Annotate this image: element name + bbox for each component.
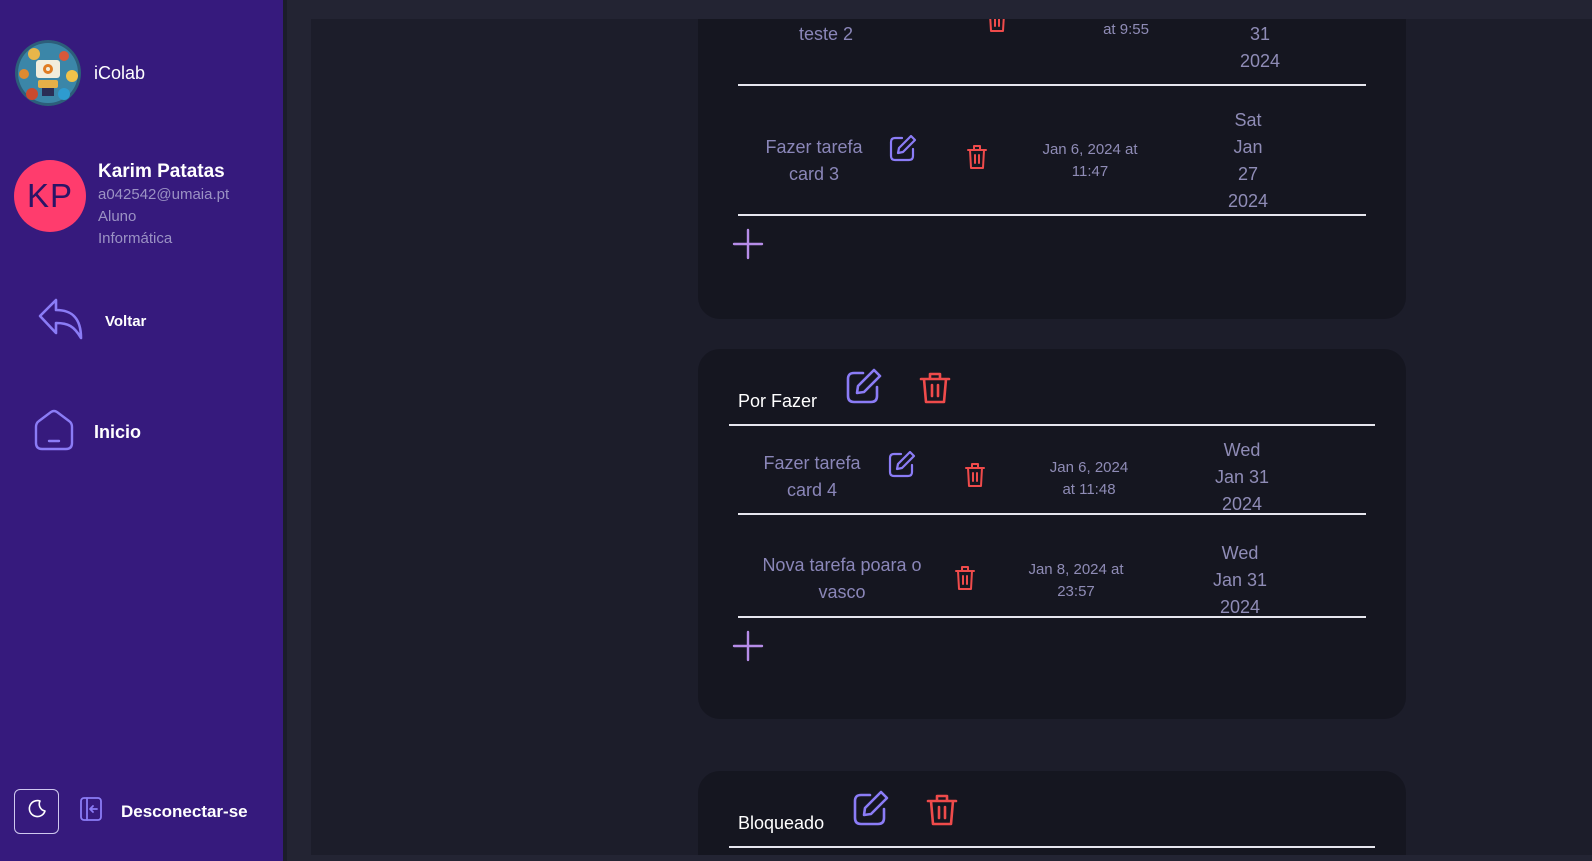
delete-task-button[interactable] bbox=[966, 144, 988, 175]
moon-icon bbox=[27, 799, 47, 824]
logout-icon bbox=[79, 796, 103, 827]
row-divider bbox=[738, 84, 1366, 86]
edit-board-button[interactable] bbox=[845, 367, 883, 410]
nav-home-label: Inicio bbox=[94, 422, 142, 442]
task-title: teste 2 bbox=[798, 24, 854, 44]
app-name: iColab bbox=[94, 62, 146, 83]
board-card: Bloqueado bbox=[698, 771, 1406, 855]
user-profile: KP Karim Patatas a042542@umaia.pt Aluno … bbox=[14, 160, 229, 250]
delete-task-button[interactable] bbox=[954, 565, 976, 596]
board-header-divider bbox=[729, 846, 1375, 848]
edit-icon bbox=[888, 450, 916, 478]
row-divider bbox=[738, 214, 1366, 216]
user-name: Karim Patatas bbox=[98, 161, 225, 182]
brand[interactable]: iColab bbox=[14, 40, 145, 106]
trash-icon bbox=[989, 19, 1005, 32]
edit-task-button[interactable] bbox=[888, 133, 918, 168]
task-row[interactable]: Nova tarefa poara o vasco Jan 8, 2024 at… bbox=[738, 514, 1366, 617]
task-due-date: Wed Jan 31 2024 bbox=[1212, 543, 1268, 617]
add-task-button[interactable] bbox=[732, 630, 764, 667]
edit-icon bbox=[889, 134, 917, 162]
board-card: Por Fazer Fazer tarefa card 4 Jan 6, 202… bbox=[698, 349, 1406, 719]
edit-icon bbox=[853, 790, 889, 826]
delete-board-button[interactable] bbox=[919, 371, 951, 410]
nav-back[interactable]: Voltar bbox=[38, 298, 146, 345]
user-role: Aluno bbox=[98, 208, 137, 225]
nav-back-label: Voltar bbox=[105, 313, 147, 330]
task-row[interactable]: teste 2 at 9:55 31 2024 bbox=[738, 19, 1366, 71]
trash-icon bbox=[919, 372, 951, 404]
logout-label: Desconectar-se bbox=[121, 801, 248, 821]
task-title: Fazer tarefa card 4 bbox=[763, 453, 861, 500]
trash-icon bbox=[955, 566, 975, 590]
logout-button[interactable]: Desconectar-se bbox=[79, 796, 248, 827]
trash-icon bbox=[965, 463, 985, 487]
board-card: teste 2 at 9:55 31 2024 Fazer tarefa car… bbox=[698, 19, 1406, 319]
task-row[interactable]: Fazer tarefa card 3 Jan 6, 2024 at 11:47… bbox=[738, 99, 1366, 214]
task-due-date: Sat Jan 27 2024 bbox=[1227, 110, 1269, 211]
task-created-date: Jan 8, 2024 at 23:57 bbox=[1028, 561, 1124, 600]
main-content[interactable]: teste 2 at 9:55 31 2024 Fazer tarefa car… bbox=[311, 19, 1592, 855]
task-created-date: Jan 6, 2024 at 11:48 bbox=[1049, 459, 1129, 498]
trash-icon bbox=[926, 794, 958, 826]
board-title: Por Fazer bbox=[738, 391, 818, 411]
delete-board-button[interactable] bbox=[926, 793, 958, 832]
sidebar-footer: Desconectar-se bbox=[14, 789, 248, 834]
add-task-button[interactable] bbox=[732, 228, 764, 265]
reply-arrow-icon bbox=[38, 298, 84, 345]
edit-icon bbox=[846, 368, 882, 404]
board-header-divider bbox=[729, 424, 1375, 426]
board-header: Por Fazer bbox=[738, 367, 951, 411]
trash-icon bbox=[967, 145, 987, 169]
user-info: Karim Patatas a042542@umaia.pt Aluno Inf… bbox=[98, 160, 229, 250]
board-title: Bloqueado bbox=[738, 813, 825, 833]
edit-task-button[interactable] bbox=[887, 449, 917, 484]
app-logo bbox=[14, 40, 82, 106]
task-title: Fazer tarefa card 3 bbox=[765, 137, 863, 184]
delete-task-button[interactable] bbox=[986, 19, 1008, 38]
task-title: Nova tarefa poara o vasco bbox=[762, 555, 922, 602]
theme-toggle-button[interactable] bbox=[14, 789, 59, 834]
avatar: KP bbox=[14, 160, 86, 232]
user-email: a042542@umaia.pt bbox=[98, 186, 230, 203]
home-icon bbox=[33, 409, 75, 456]
nav-home[interactable]: Inicio bbox=[33, 409, 141, 456]
task-created-date: Jan 6, 2024 at 11:47 bbox=[1042, 141, 1138, 180]
user-course: Informática bbox=[98, 230, 173, 247]
sidebar: iColab KP Karim Patatas a042542@umaia.pt… bbox=[0, 0, 287, 861]
task-due-date: 31 2024 bbox=[1239, 24, 1281, 71]
row-divider bbox=[738, 616, 1366, 618]
board-header: Bloqueado bbox=[738, 789, 958, 833]
plus-icon bbox=[732, 228, 764, 260]
task-created-date: at 9:55 bbox=[1103, 21, 1149, 38]
delete-task-button[interactable] bbox=[964, 462, 986, 493]
plus-icon bbox=[732, 630, 764, 662]
edit-board-button[interactable] bbox=[852, 789, 890, 832]
task-due-date: Wed Jan 31 2024 bbox=[1214, 440, 1270, 514]
